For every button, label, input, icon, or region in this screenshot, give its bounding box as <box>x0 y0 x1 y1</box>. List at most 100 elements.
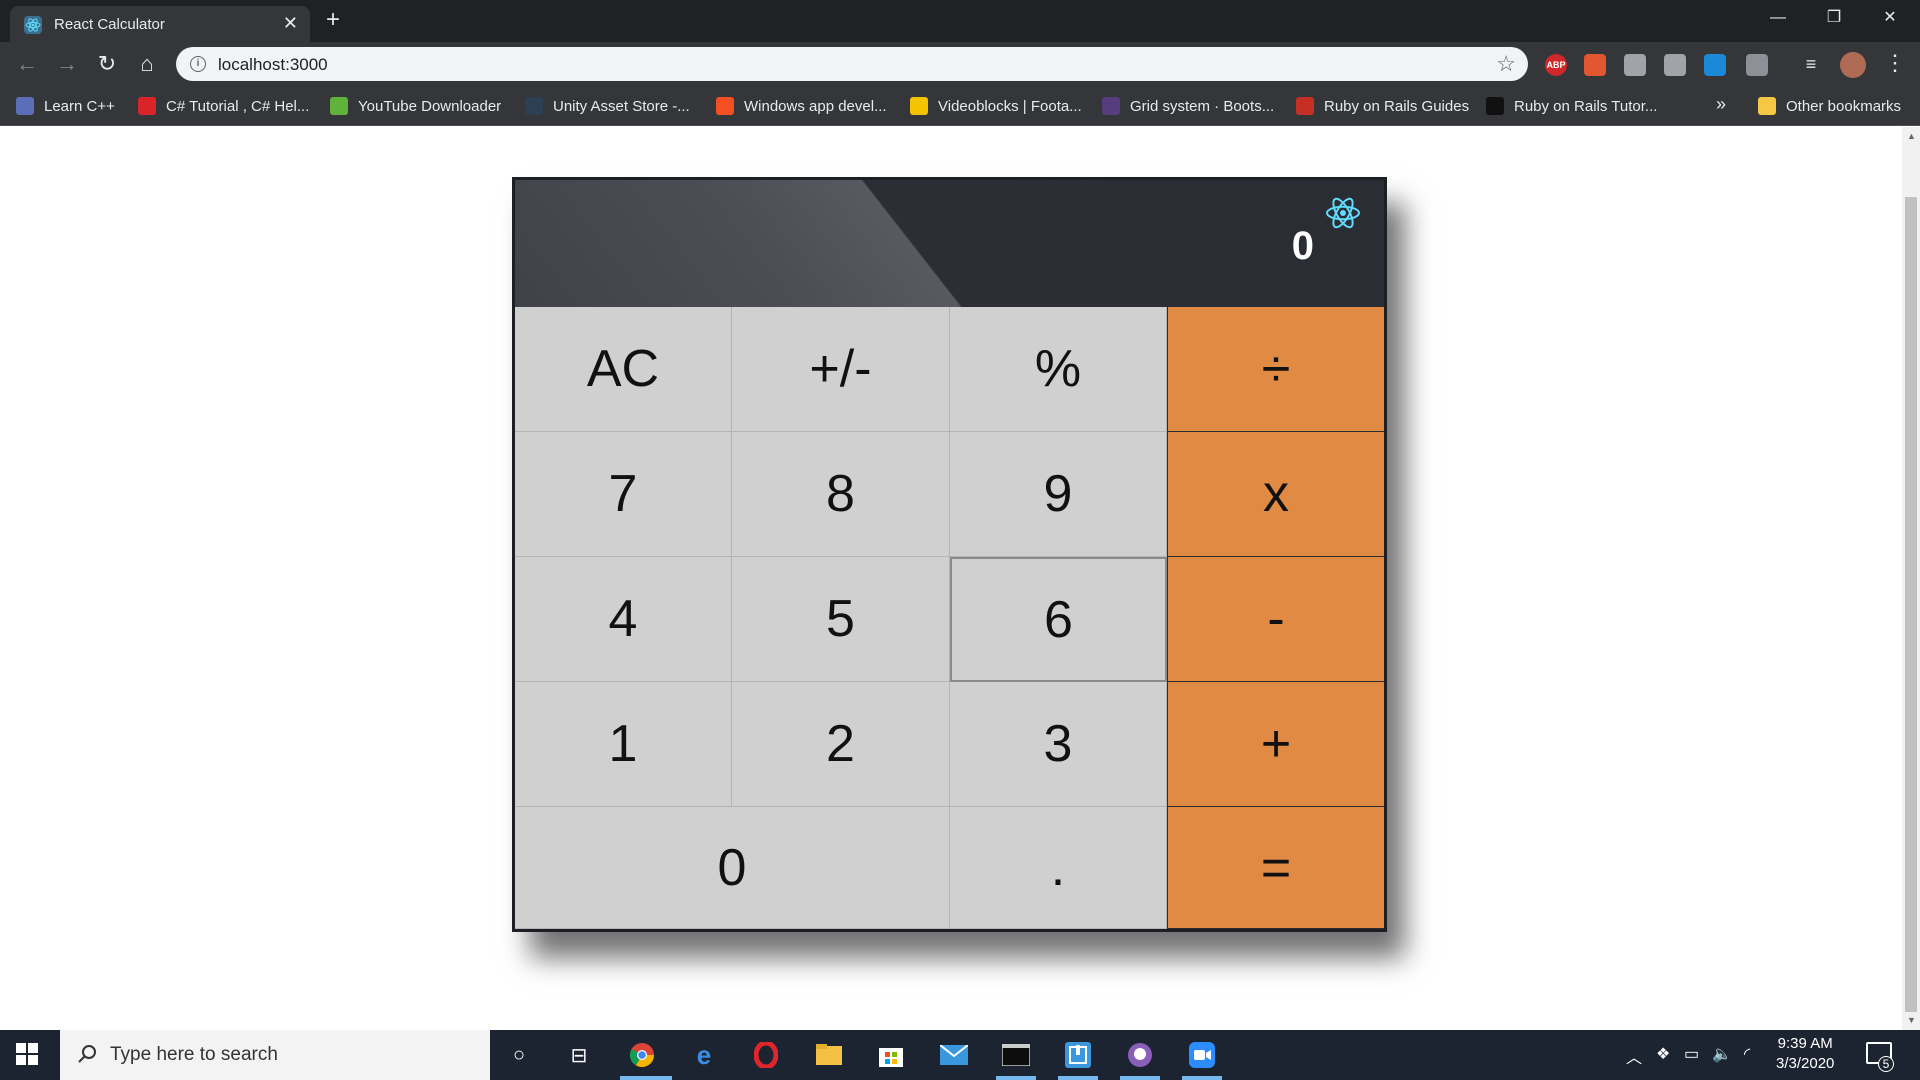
extension-icon[interactable] <box>1624 54 1646 76</box>
tab-title: React Calculator <box>54 16 165 33</box>
home-icon[interactable]: ⌂ <box>132 50 162 78</box>
battery-icon[interactable]: ▭ <box>1684 1044 1699 1064</box>
media-controls-icon[interactable]: ≡ <box>1796 50 1826 78</box>
c-icon[interactable] <box>1704 54 1726 76</box>
back-arrow-icon[interactable]: ← <box>12 50 42 78</box>
digit-0-button[interactable]: 0 <box>515 807 950 929</box>
bookmark-label: Ruby on Rails Tutor... <box>1514 97 1658 115</box>
digit-1-button[interactable]: 1 <box>515 682 732 807</box>
multiply-button[interactable]: x <box>1167 432 1384 557</box>
windows-logo-icon <box>716 97 734 115</box>
more-bookmarks-chevron-icon[interactable]: » <box>1716 94 1726 115</box>
bookmark-windows-app-dev[interactable]: Windows app devel... <box>716 86 887 126</box>
bookmark-label: Videoblocks | Foota... <box>938 97 1082 115</box>
reload-icon[interactable]: ↻ <box>92 50 122 78</box>
system-clock[interactable]: 9:39 AM 3/3/2020 <box>1776 1034 1834 1074</box>
percent-button[interactable]: % <box>950 307 1167 432</box>
bookmark-label: Unity Asset Store -... <box>553 97 690 115</box>
bookmark-unity-asset-store[interactable]: Unity Asset Store -... <box>525 86 690 126</box>
bookmark-learn-cpp[interactable]: Learn C++ <box>16 86 115 126</box>
url-text[interactable]: localhost:3000 <box>218 55 328 75</box>
clock-date: 3/3/2020 <box>1776 1055 1835 1072</box>
bookmark-rails-guides[interactable]: Ruby on Rails Guides <box>1296 86 1469 126</box>
rails-icon <box>1296 97 1314 115</box>
restore-button[interactable]: ❐ <box>1814 4 1854 32</box>
windows-start-icon[interactable] <box>16 1043 38 1065</box>
n-icon <box>138 97 156 115</box>
forward-arrow-icon[interactable]: → <box>52 50 82 78</box>
address-bar[interactable]: i localhost:3000 ☆ <box>176 47 1528 81</box>
tab-react-calculator[interactable]: React Calculator ✕ <box>10 6 310 42</box>
mail-icon[interactable] <box>940 1042 968 1068</box>
scroll-up-arrow-icon[interactable]: ▲ <box>1907 131 1916 141</box>
menu-kebab-icon[interactable]: ⋮ <box>1884 50 1906 76</box>
running-app-indicator <box>996 1076 1036 1080</box>
keypad: AC +/-% ÷ 7 8 9 x 4 5 6- 1 2 3 +0. = <box>515 307 1384 929</box>
bookmark-label: Learn C++ <box>44 97 115 115</box>
digit-7-button[interactable]: 7 <box>515 432 732 557</box>
divide-button[interactable]: ÷ <box>1167 307 1384 432</box>
digit-3-button[interactable]: 3 <box>950 682 1167 807</box>
taskbar-search-box[interactable]: Type here to search <box>60 1030 490 1080</box>
opera-icon[interactable] <box>752 1042 780 1068</box>
bookmark-rails-tutorial[interactable]: Ruby on Rails Tutor... <box>1486 86 1657 126</box>
cortana-icon[interactable]: ○ <box>505 1042 533 1068</box>
running-app-indicator <box>1058 1076 1098 1080</box>
site-info-icon[interactable]: i <box>190 56 206 72</box>
digit-8-button[interactable]: 8 <box>732 432 950 557</box>
zoom-icon[interactable] <box>1188 1042 1216 1068</box>
close-tab-icon[interactable]: ✕ <box>283 14 298 32</box>
edge-icon[interactable]: e <box>690 1040 718 1070</box>
bookmark-label: Other bookmarks <box>1786 97 1902 115</box>
digit-9-button[interactable]: 9 <box>950 432 1167 557</box>
office-icon[interactable] <box>1584 54 1606 76</box>
decimal-button[interactable]: . <box>950 807 1167 929</box>
calculator-display: 0 <box>515 180 1384 307</box>
digit-2-button[interactable]: 2 <box>732 682 950 807</box>
dropbox-icon[interactable]: ❖ <box>1656 1044 1670 1064</box>
add-button[interactable]: + <box>1167 682 1384 807</box>
calculator: 0 AC +/-% ÷ 7 8 9 x 4 5 6- 1 2 3 +0. = <box>512 177 1387 932</box>
other-bookmarks-folder[interactable]: Other bookmarks <box>1758 86 1901 126</box>
shield-icon[interactable] <box>1664 54 1686 76</box>
tutorial-icon <box>1486 97 1504 115</box>
bookmark-bootstrap-grid[interactable]: Grid system · Boots... <box>1102 86 1274 126</box>
terminal-icon[interactable] <box>1002 1042 1030 1068</box>
digit-5-button[interactable]: 5 <box>732 557 950 682</box>
digit-4-button[interactable]: 4 <box>515 557 732 682</box>
new-tab-button[interactable]: + <box>326 8 340 32</box>
chrome-icon[interactable] <box>628 1042 656 1068</box>
task-view-icon[interactable]: ⊟ <box>565 1042 593 1068</box>
file-explorer-icon[interactable] <box>815 1042 843 1068</box>
sign-toggle-button[interactable]: +/- <box>732 307 950 432</box>
scrollbar-thumb[interactable] <box>1905 197 1917 1012</box>
running-app-indicator <box>1182 1076 1222 1080</box>
bookmark-videoblocks[interactable]: Videoblocks | Foota... <box>910 86 1082 126</box>
github-desktop-icon[interactable] <box>1126 1042 1154 1068</box>
volume-icon[interactable]: 🔈 <box>1712 1044 1732 1064</box>
notification-count-badge: 5 <box>1878 1056 1894 1072</box>
subtract-button[interactable]: - <box>1167 557 1384 682</box>
app-window-icon[interactable] <box>1064 1042 1092 1068</box>
vertical-scrollbar[interactable]: ▲ ▼ <box>1902 127 1920 1030</box>
profile-avatar[interactable] <box>1840 52 1866 78</box>
adblock-plus-icon[interactable]: ABP <box>1545 54 1567 76</box>
bookmark-label: Grid system · Boots... <box>1130 97 1275 115</box>
equals-button[interactable]: = <box>1167 807 1384 929</box>
minimize-button[interactable]: — <box>1758 4 1798 32</box>
windows-taskbar: Type here to search ○ ⊟ e ︿ ❖ ▭ 🔈 ◜ 9:39… <box>0 1030 1920 1080</box>
scroll-down-arrow-icon[interactable]: ▼ <box>1907 1015 1916 1025</box>
bookmark-star-icon[interactable]: ☆ <box>1496 51 1516 77</box>
mouse-icon[interactable] <box>1746 54 1768 76</box>
bookmark-youtube-downloader[interactable]: YouTube Downloader <box>330 86 501 126</box>
digit-6-button[interactable]: 6 <box>950 557 1167 682</box>
show-hidden-icons-chevron-icon[interactable]: ︿ <box>1626 1044 1642 1068</box>
bookmark-label: YouTube Downloader <box>358 97 502 115</box>
all-clear-button[interactable]: AC <box>515 307 732 432</box>
store-icon[interactable] <box>877 1042 905 1068</box>
wifi-icon[interactable]: ◜ <box>1744 1044 1750 1064</box>
bookmark-label: Windows app devel... <box>744 97 887 115</box>
close-window-button[interactable]: ✕ <box>1870 4 1910 32</box>
bookmark-csharp-tutorial[interactable]: C# Tutorial , C# Hel... <box>138 86 309 126</box>
bookmark-label: C# Tutorial , C# Hel... <box>166 97 310 115</box>
